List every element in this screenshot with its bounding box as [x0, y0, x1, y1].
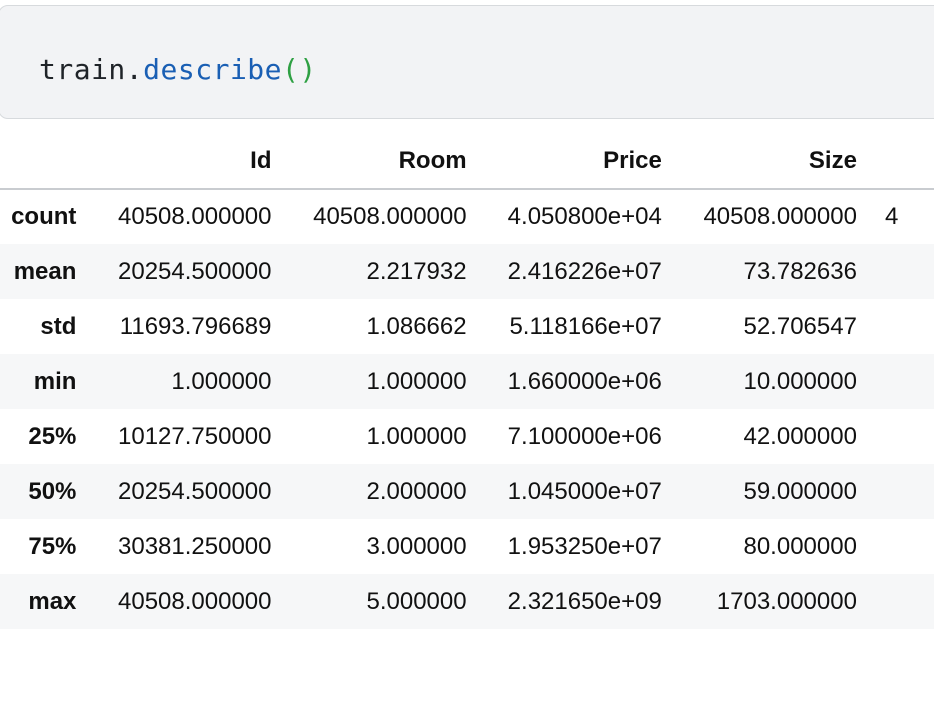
- cell-id: 20254.500000: [118, 257, 272, 285]
- cell-room: 5.000000: [366, 587, 467, 615]
- table-row: std 11693.796689 1.086662 5.118166e+07 5…: [0, 299, 934, 354]
- cell-price: 2.416226e+07: [507, 257, 662, 285]
- cell-price: 5.118166e+07: [509, 312, 662, 340]
- cell-room: 1.000000: [366, 367, 467, 395]
- cell-price: 1.660000e+06: [507, 367, 662, 395]
- cell-id: 10127.750000: [118, 422, 272, 450]
- table-row: 75% 30381.250000 3.000000 1.953250e+07 8…: [0, 519, 934, 574]
- cell-size: 59.000000: [743, 477, 857, 505]
- cell-size: 73.782636: [743, 257, 857, 285]
- cell-size: 40508.000000: [703, 203, 857, 230]
- index-header: [0, 134, 85, 190]
- column-header-size: Size: [669, 134, 865, 190]
- cell-id: 40508.000000: [118, 587, 272, 615]
- cell-id: 20254.500000: [118, 477, 272, 505]
- row-label: count: [11, 203, 77, 230]
- cell-id: 11693.796689: [119, 312, 272, 340]
- row-label: 25%: [28, 422, 77, 450]
- column-header-id: Id: [84, 134, 280, 190]
- cell-size: 80.000000: [743, 532, 857, 560]
- cell-clipped: [865, 299, 934, 354]
- cell-price: 1.045000e+07: [507, 477, 662, 505]
- cell-price: 7.100000e+06: [507, 422, 662, 450]
- row-label: std: [40, 312, 77, 340]
- cell-clipped: [865, 574, 934, 629]
- row-label: mean: [13, 257, 77, 285]
- code-parens: (): [282, 53, 317, 86]
- cell-price: 1.953250e+07: [507, 532, 662, 560]
- cell-room: 1.000000: [366, 422, 467, 450]
- cell-room: 2.217932: [366, 257, 467, 285]
- table-row: 25% 10127.750000 1.000000 7.100000e+06 4…: [0, 409, 934, 464]
- cell-id: 40508.000000: [118, 203, 272, 230]
- cell-id: 1.000000: [171, 367, 272, 395]
- table-row: 50% 20254.500000 2.000000 1.045000e+07 5…: [0, 464, 934, 519]
- row-label: 50%: [28, 477, 77, 505]
- cell-size: 1703.000000: [716, 587, 857, 615]
- cell-size: 52.706547: [743, 312, 857, 340]
- cell-price: 4.050800e+04: [507, 203, 662, 230]
- cell-clipped: [865, 244, 934, 299]
- cell-price: 2.321650e+09: [507, 587, 662, 615]
- table-row: mean 20254.500000 2.217932 2.416226e+07 …: [0, 244, 934, 299]
- cell-clipped: [865, 464, 934, 519]
- table-row: min 1.000000 1.000000 1.660000e+06 10.00…: [0, 354, 934, 409]
- cell-room: 40508.000000: [313, 203, 467, 230]
- describe-output-table: Id Room Price Size count 40508.000000 40…: [0, 134, 934, 629]
- code-line[interactable]: train.describe(): [39, 50, 317, 90]
- cell-id: 30381.250000: [118, 532, 272, 560]
- code-dot: .: [125, 53, 144, 86]
- table-row: max 40508.000000 5.000000 2.321650e+09 1…: [0, 574, 934, 629]
- column-header-room: Room: [279, 134, 475, 190]
- cell-clipped: [865, 519, 934, 574]
- code-object: train: [39, 53, 126, 86]
- row-label: min: [33, 367, 77, 395]
- cell-room: 3.000000: [366, 532, 467, 560]
- table-header-row: Id Room Price Size: [0, 134, 934, 190]
- cell-size: 42.000000: [743, 422, 857, 450]
- column-header-clipped: [864, 134, 934, 190]
- cell-room: 2.000000: [366, 477, 467, 505]
- code-method: describe: [143, 53, 283, 86]
- cell-clipped: [865, 354, 934, 409]
- table-row: count 40508.000000 40508.000000 4.050800…: [0, 189, 934, 244]
- cell-room: 1.086662: [366, 312, 467, 340]
- column-header-price: Price: [474, 134, 670, 190]
- row-label: max: [28, 587, 77, 615]
- cell-size: 10.000000: [743, 367, 857, 395]
- row-label: 75%: [28, 532, 77, 560]
- code-cell[interactable]: train.describe(): [0, 5, 934, 119]
- cell-clipped: 4: [884, 203, 899, 230]
- cell-clipped: [865, 409, 934, 464]
